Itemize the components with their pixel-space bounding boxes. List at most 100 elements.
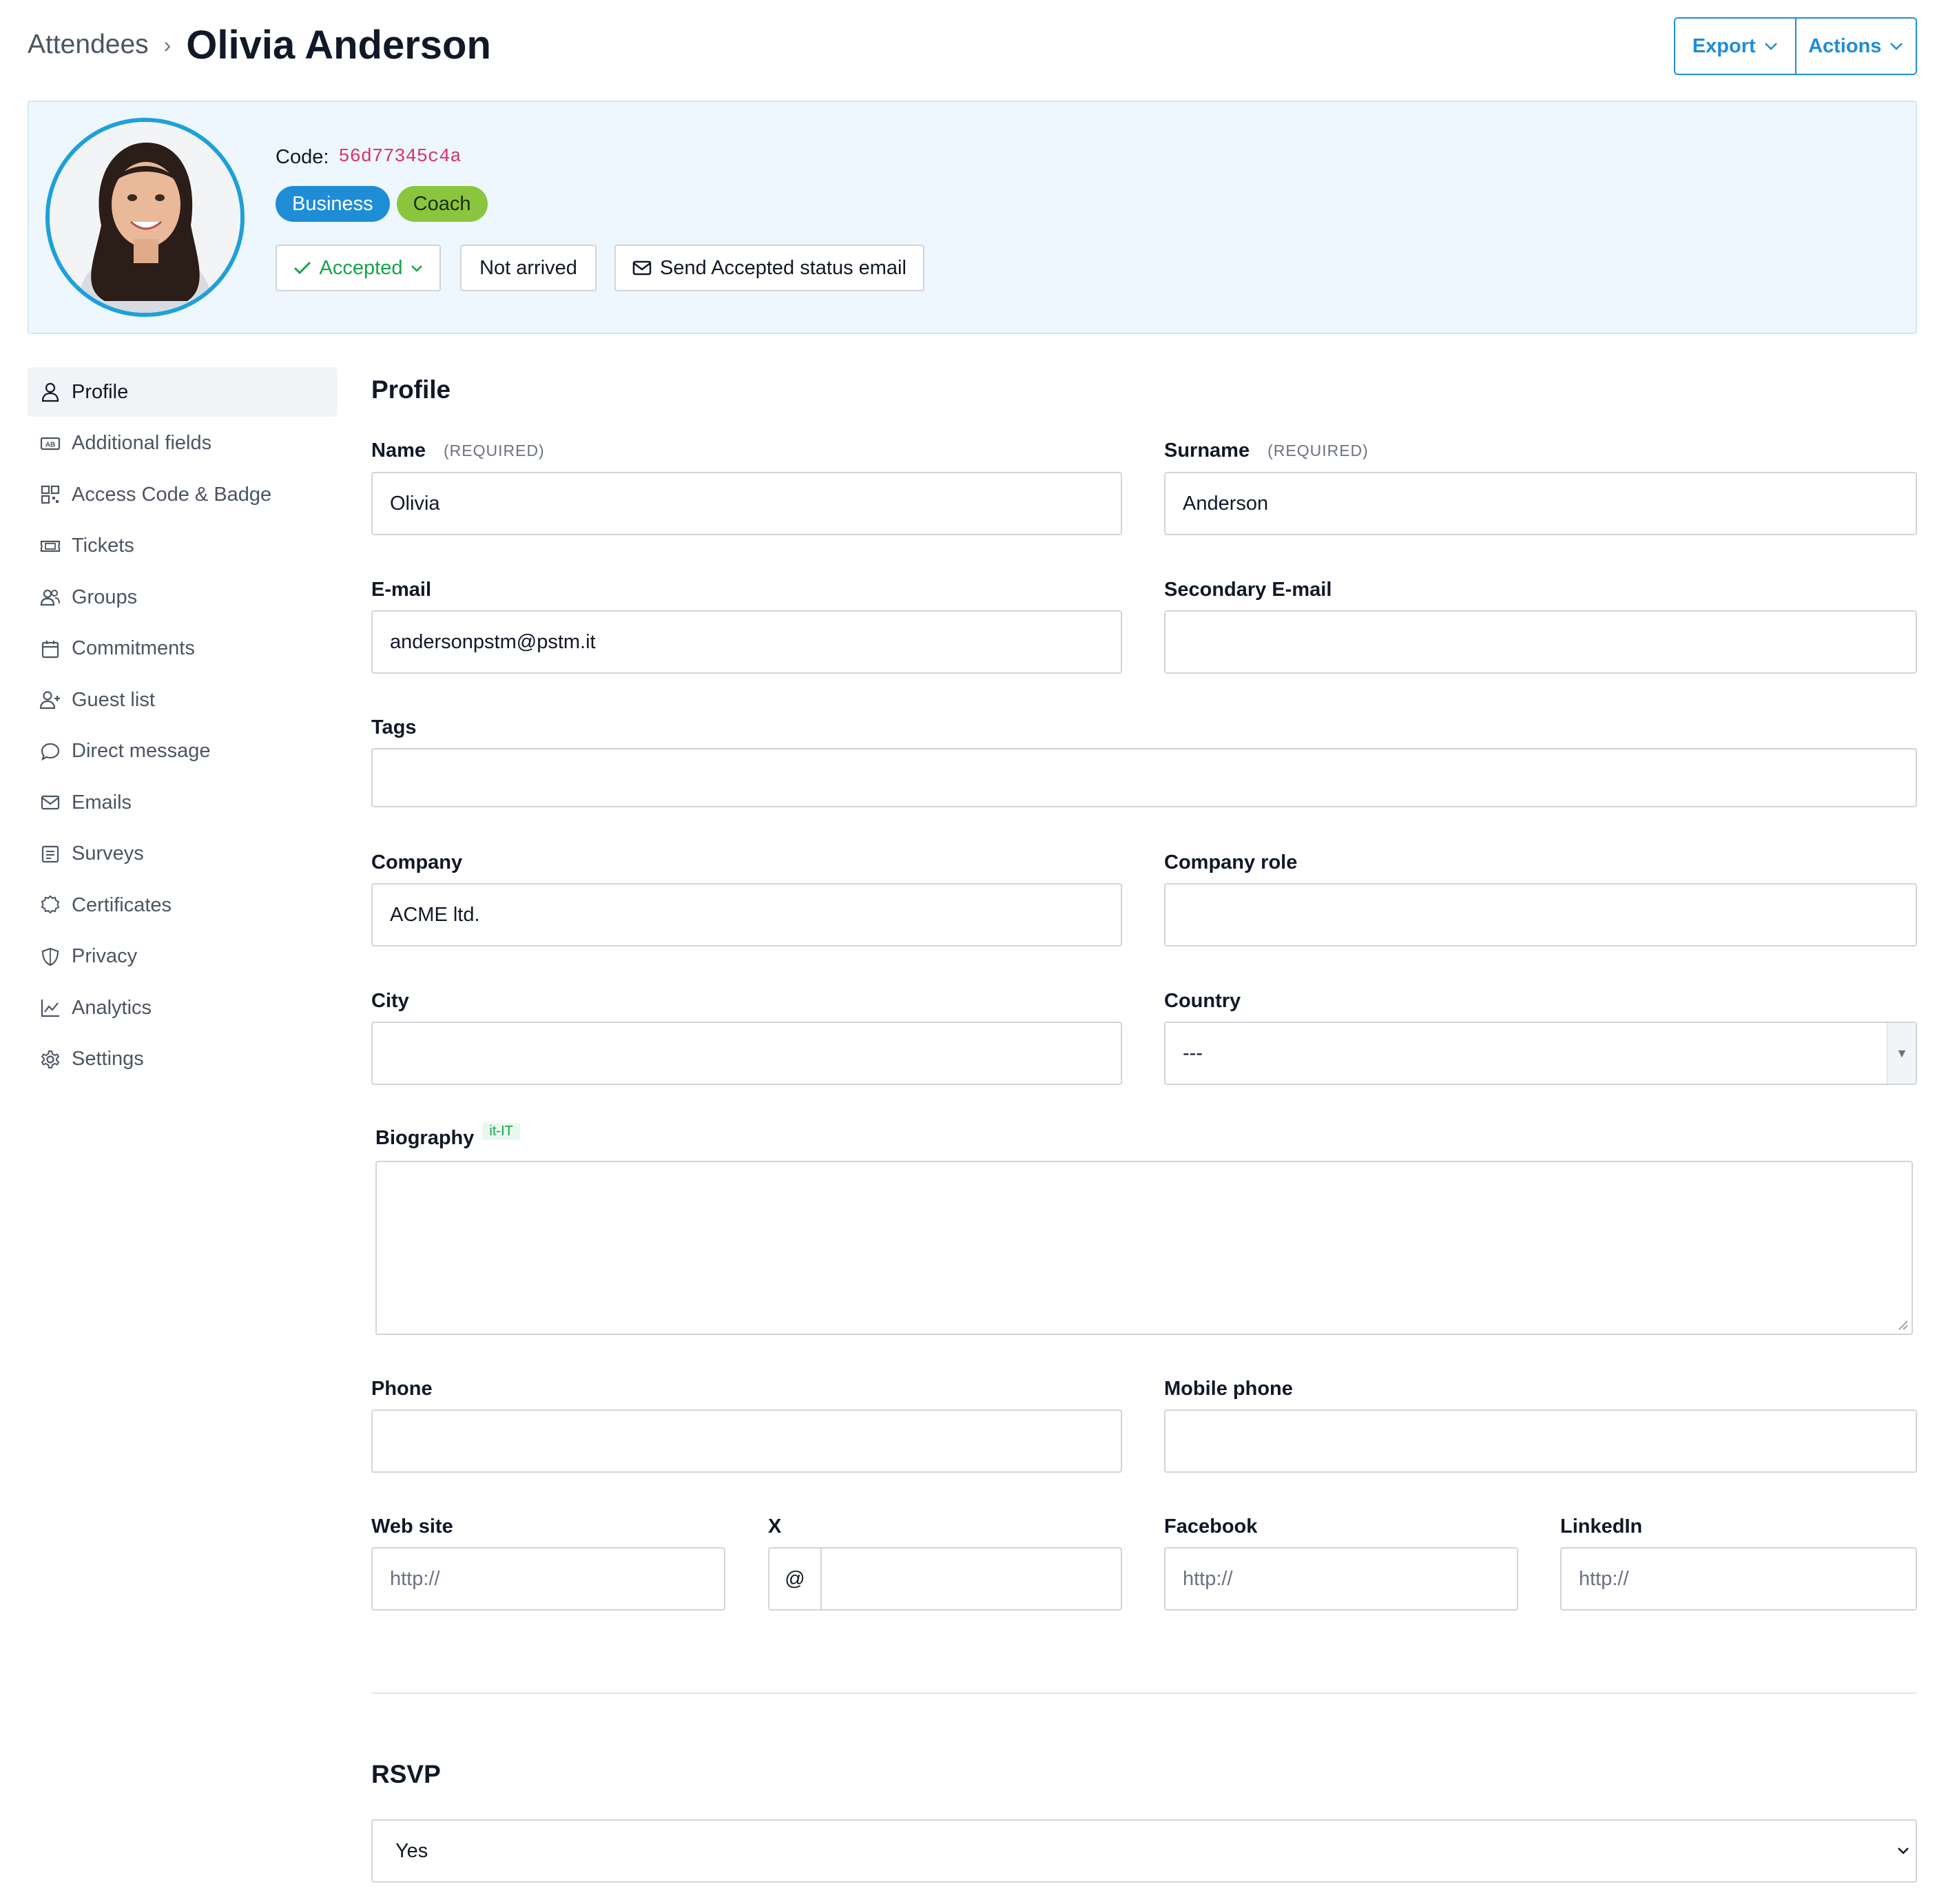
breadcrumb-attendees-link[interactable]: Attendees [28,30,149,60]
country-label: Country [1164,990,1241,1012]
country-select[interactable]: --- ▼ [1164,1022,1917,1085]
name-label: Name (REQUIRED) [371,439,545,462]
badge-coach: Coach [396,186,488,222]
email-label: E-mail [371,579,432,601]
website-placeholder: http:// [390,1567,440,1590]
breadcrumb: Attendees › Olivia Anderson [28,21,491,69]
company-input-value: ACME ltd. [390,903,480,926]
status-label: Accepted [319,256,403,279]
sidebar-item-label: Privacy [72,945,138,967]
code-label: Code: [276,145,329,168]
sidebar-item-certificates[interactable]: Certificates [28,880,338,930]
sidebar-item-label: Additional fields [72,432,212,454]
sidebar-item-label: Emails [72,791,132,814]
sidebar-item-analytics[interactable]: Analytics [28,983,338,1033]
company-input[interactable]: ACME ltd. [371,883,1122,946]
rsvp-section-title: RSVP [371,1760,441,1788]
sidebar-item-emails[interactable]: Emails [28,778,338,827]
code-value: 56d77345c4a [338,147,462,167]
sidebar-item-label: Analytics [72,996,152,1019]
sidebar-item-label: Groups [72,586,138,608]
sidebar-item-profile[interactable]: Profile [28,367,338,417]
export-button-label: Export [1692,34,1756,57]
city-input[interactable] [371,1022,1122,1085]
phone-label: Phone [371,1378,433,1400]
company-role-label: Company role [1164,851,1298,873]
company-role-input[interactable] [1164,883,1917,946]
sidebar-item-settings[interactable]: Settings [28,1035,338,1084]
name-input[interactable]: Olivia [371,472,1122,535]
sidebar-item-label: Guest list [72,688,155,711]
sidebar-nav: Profile AB Additional fields Access Code… [28,367,338,1086]
chart-line-icon [41,1000,59,1017]
email-input[interactable]: andersonpstm@pstm.it [371,610,1122,674]
mobile-phone-input[interactable] [1164,1409,1917,1473]
actions-button[interactable]: Actions [1794,19,1916,74]
svg-text:AB: AB [45,441,55,448]
secondary-email-input[interactable] [1164,610,1917,674]
sidebar-item-label: Direct message [72,740,211,762]
ab-field-icon: AB [40,437,61,450]
survey-icon [41,845,59,862]
sidebar-item-surveys[interactable]: Surveys [28,829,338,879]
sidebar-item-label: Access Code & Badge [72,483,272,506]
website-input[interactable]: http:// [371,1547,725,1611]
gear-icon [41,1050,60,1068]
sidebar-item-tickets[interactable]: Tickets [28,521,338,571]
arrival-status-label: Not arrived [479,256,577,279]
linkedin-input[interactable]: http:// [1560,1547,1917,1611]
rsvp-select[interactable]: Yes [371,1819,1917,1883]
sidebar-item-groups[interactable]: Groups [28,572,338,622]
caret-down-icon: ▼ [1887,1023,1916,1084]
biography-label-text: Biography [375,1127,475,1149]
phone-input[interactable] [371,1409,1122,1473]
header-button-group: Export Actions [1674,17,1917,75]
sidebar-item-privacy[interactable]: Privacy [28,932,338,982]
locale-badge: it-IT [482,1123,520,1140]
chevron-down-icon [1764,43,1777,50]
sidebar-item-guest-list[interactable]: Guest list [28,675,338,725]
arrival-status-button[interactable]: Not arrived [460,245,597,291]
biography-textarea[interactable] [375,1161,1913,1335]
export-button[interactable]: Export [1675,19,1795,74]
shield-icon [41,947,59,966]
resize-handle-icon[interactable] [1896,1318,1909,1331]
facebook-label: Facebook [1164,1515,1258,1538]
calendar-icon [41,640,59,658]
company-label: Company [371,851,463,873]
actions-button-label: Actions [1808,34,1882,57]
secondary-email-label: Secondary E-mail [1164,579,1332,601]
breadcrumb-separator: › [163,32,172,57]
send-status-email-button[interactable]: Send Accepted status email [614,245,924,291]
badge-business: Business [276,186,390,222]
x-label: X [768,1515,782,1538]
mobile-phone-label: Mobile phone [1164,1378,1293,1400]
chevron-down-icon [1890,43,1903,50]
sidebar-item-additional-fields[interactable]: AB Additional fields [28,419,338,468]
sidebar-item-commitments[interactable]: Commitments [28,624,338,674]
website-label: Web site [371,1515,453,1538]
sidebar-item-label: Surveys [72,842,144,865]
sidebar-item-label: Profile [72,380,129,403]
x-handle-input[interactable]: @ [768,1547,1122,1611]
check-icon [293,261,311,275]
status-accepted-dropdown[interactable]: Accepted [276,245,441,291]
at-sign-prefix: @ [769,1549,822,1609]
facebook-input[interactable]: http:// [1164,1547,1518,1611]
surname-input-value: Anderson [1183,492,1269,515]
surname-input[interactable]: Anderson [1164,472,1917,535]
sidebar-item-label: Settings [72,1048,144,1070]
city-label: City [371,990,409,1012]
surname-label-text: Surname [1164,439,1250,462]
biography-label: Biography it-IT [375,1123,520,1150]
badge-list: Business Coach [276,186,488,222]
chevron-down-icon [411,265,423,272]
sidebar-item-label: Tickets [72,535,134,557]
tags-input[interactable] [371,748,1917,807]
profile-section-title: Profile [371,375,451,404]
code-row: Code: 56d77345c4a [276,141,462,173]
name-input-value: Olivia [390,492,440,515]
email-input-value: andersonpstm@pstm.it [390,630,596,653]
sidebar-item-access-code-badge[interactable]: Access Code & Badge [28,470,338,519]
sidebar-item-direct-message[interactable]: Direct message [28,727,338,776]
